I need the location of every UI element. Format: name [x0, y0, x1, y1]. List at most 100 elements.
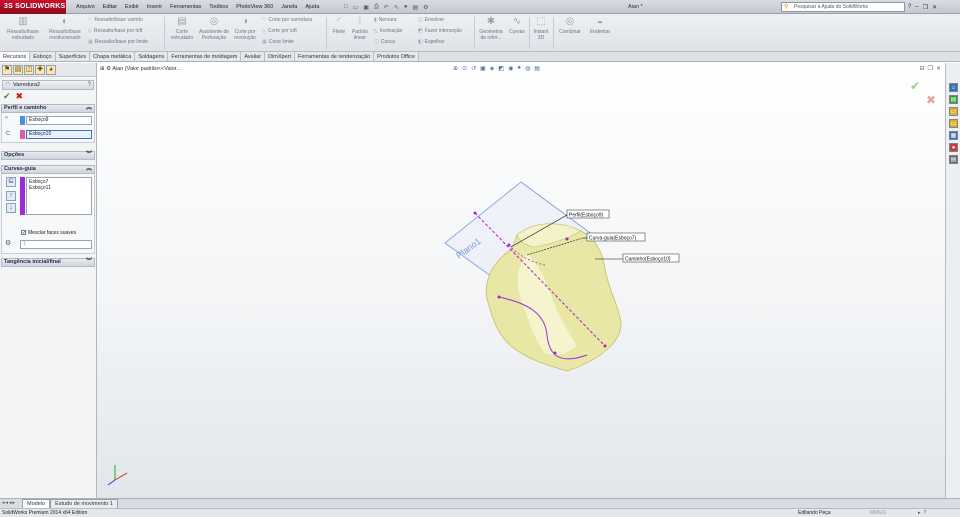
file-props-icon[interactable]: ▤: [412, 4, 418, 11]
help-icon[interactable]: ?: [88, 81, 91, 89]
open-folder-icon[interactable]: ▭: [353, 4, 359, 11]
profile-selection-field[interactable]: Esboço9: [26, 116, 92, 125]
select-icon[interactable]: ↖: [394, 4, 399, 11]
configuration-manager-icon[interactable]: ◫: [24, 65, 34, 75]
callout-path[interactable]: Caminho(Esboço10): [625, 257, 671, 263]
minimize-icon[interactable]: –: [915, 4, 918, 10]
rebuild-icon[interactable]: ●: [404, 4, 408, 10]
close-icon[interactable]: ✕: [932, 4, 937, 11]
curves-button[interactable]: ∿ Curvas: [506, 16, 528, 36]
extruded-boss-button[interactable]: ▥ Ressalto/base extrudado: [2, 16, 44, 41]
combine-button[interactable]: ◎ Combinar: [554, 16, 586, 36]
help-status-icon[interactable]: ?: [924, 510, 930, 516]
menu-tools[interactable]: Ferramentas: [166, 0, 205, 14]
dimxpert-manager-icon[interactable]: ✚: [35, 65, 45, 75]
merge-smooth-faces-checkbox[interactable]: ✓ Mesclar faces suaves: [21, 230, 76, 237]
guide-curves-list[interactable]: Esboço7 Esboço11: [26, 177, 92, 215]
draft-button[interactable]: ◺ Inclinação: [374, 28, 402, 34]
options-gear-icon[interactable]: ⚙: [423, 4, 428, 11]
model-viewport[interactable]: Plano1 Perfil(Esboço9) Curva-guia(Esboço…: [97, 63, 945, 498]
callout-guide-curve[interactable]: Curva-guia(Esboço7): [589, 236, 637, 242]
list-item[interactable]: Esboço11: [29, 185, 89, 191]
menu-photoview[interactable]: PhotoView 360: [232, 0, 277, 14]
rib-button[interactable]: ▮ Nervura: [374, 17, 397, 23]
app-logo[interactable]: 3S SOLIDWORKS: [0, 0, 66, 14]
custom-properties-icon[interactable]: ▤: [949, 155, 958, 164]
resources-icon[interactable]: ⌂: [949, 83, 958, 92]
cancel-x-icon[interactable]: ✖: [16, 91, 24, 101]
restore-icon[interactable]: ❐: [923, 4, 928, 11]
feature-tree-icon[interactable]: ⚑: [2, 65, 12, 75]
group-profile-path-header[interactable]: Perfil e caminho ︽: [1, 104, 95, 113]
view-palette-icon[interactable]: ▦: [949, 131, 958, 140]
tab-sketch[interactable]: Esboço: [30, 52, 56, 61]
shell-button[interactable]: ▢ Casca: [374, 39, 395, 45]
section-spin-field[interactable]: 1: [20, 240, 92, 249]
boundary-boss-button[interactable]: ▦ Ressalto/base por limite: [88, 39, 148, 45]
tab-model[interactable]: Modelo: [22, 499, 51, 508]
path-selection-field[interactable]: Esboço10: [26, 130, 92, 139]
sketch-point[interactable]: [473, 211, 477, 215]
menu-edit[interactable]: Editar: [99, 0, 121, 14]
display-manager-icon[interactable]: ◕: [46, 65, 56, 75]
print-icon[interactable]: ⎙: [374, 4, 379, 11]
tab-dimxpert[interactable]: DimXpert: [265, 52, 295, 61]
ref-geometry-button[interactable]: ✱ Geometria de refer...: [476, 16, 506, 41]
tab-sheet-metal[interactable]: Chapa metálica: [90, 52, 136, 61]
indent-button[interactable]: ◒ Endentar: [584, 16, 616, 36]
group-options-header[interactable]: Opções ︾: [1, 151, 95, 160]
revolved-boss-button[interactable]: ◐ Ressalto/base revolucionado: [44, 16, 86, 41]
help-search-input[interactable]: ⚲ Pesquisar a Ajuda do SolidWorks: [781, 2, 905, 12]
tab-surfaces[interactable]: Superfícies: [55, 52, 91, 61]
tab-evaluate[interactable]: Avaliar: [241, 52, 266, 61]
undo-icon[interactable]: ↶: [384, 4, 389, 11]
tab-mold-tools[interactable]: Ferramentas de moldagem: [168, 52, 242, 61]
group-guide-curves-header[interactable]: Curvas-guia ︽: [1, 165, 95, 174]
menu-file[interactable]: Arquivo: [72, 0, 99, 14]
move-down-icon[interactable]: ↓: [6, 203, 16, 213]
menu-insert[interactable]: Inserir: [143, 0, 166, 14]
tab-weldments[interactable]: Soldagens: [135, 52, 169, 61]
help-icon[interactable]: ?: [908, 4, 911, 10]
wrap-button[interactable]: ◫ Envolver: [418, 17, 444, 23]
graphics-area[interactable]: ⊞ ⚙ Aian (Valor padrão<<Valor... ⊕ ⊙ ↺ ▣…: [97, 63, 945, 498]
sketch-point[interactable]: [565, 237, 569, 241]
menu-toolbox[interactable]: Toolbox: [205, 0, 232, 14]
property-manager-icon[interactable]: ▤: [13, 65, 23, 75]
sketch-point[interactable]: [497, 295, 501, 299]
tab-render-tools[interactable]: Ferramentas de renderização: [295, 52, 375, 61]
menu-help[interactable]: Ajuda: [301, 0, 323, 14]
hole-wizard-button[interactable]: ◎ Assistente de Perfuração: [198, 16, 230, 41]
ok-check-icon[interactable]: ✔: [3, 91, 11, 101]
menu-view[interactable]: Exibir: [121, 0, 143, 14]
loft-cut-button[interactable]: ◇ Corte por loft: [262, 28, 297, 34]
tab-features[interactable]: Recursos: [0, 52, 31, 61]
move-up-icon[interactable]: ↑: [6, 191, 16, 201]
status-units[interactable]: MMGS: [870, 509, 886, 517]
appearances-icon[interactable]: ●: [949, 143, 958, 152]
callout-profile[interactable]: Perfil(Esboço9): [569, 213, 604, 219]
sketch-point[interactable]: [553, 351, 557, 355]
swept-cut-button[interactable]: ◠ Corte por varredura: [262, 17, 312, 23]
tab-scroll-arrows-icon[interactable]: ◂◂◂▸: [2, 499, 16, 508]
linear-pattern-button[interactable]: ⁝ Padrão linear: [350, 16, 370, 41]
fillet-button[interactable]: ◜ Filete: [328, 16, 350, 36]
file-explorer-icon[interactable]: ▭: [949, 107, 958, 116]
sketch-point[interactable]: [507, 243, 511, 247]
tab-office-products[interactable]: Produtos Office: [374, 52, 419, 61]
loft-boss-button[interactable]: ◇ Ressalto/base por loft: [88, 28, 142, 34]
save-icon[interactable]: ▣: [363, 4, 369, 11]
intersect-button[interactable]: ◩ Fazer interseção: [418, 28, 462, 34]
tab-motion-study[interactable]: Estudo de movimento 1: [50, 499, 118, 508]
revolved-cut-button[interactable]: ◑ Corte por revolução: [229, 16, 261, 41]
menu-window[interactable]: Janela: [277, 0, 301, 14]
boundary-cut-button[interactable]: ▦ Corte limite: [262, 39, 294, 45]
design-library-icon[interactable]: ▤: [949, 95, 958, 104]
mirror-button[interactable]: ◧ Espelhar: [418, 39, 444, 45]
swept-boss-button[interactable]: ◠ Ressalto/base varrido: [88, 17, 143, 23]
search-results-icon[interactable]: ▭: [949, 119, 958, 128]
group-tangency-header[interactable]: Tangência inicial/final ︾: [1, 258, 95, 267]
sketch-point[interactable]: [603, 344, 607, 348]
extruded-cut-button[interactable]: ▤ Corte extrudado: [166, 16, 198, 41]
instant3d-button[interactable]: ⬚ Instant 3D: [530, 16, 552, 41]
